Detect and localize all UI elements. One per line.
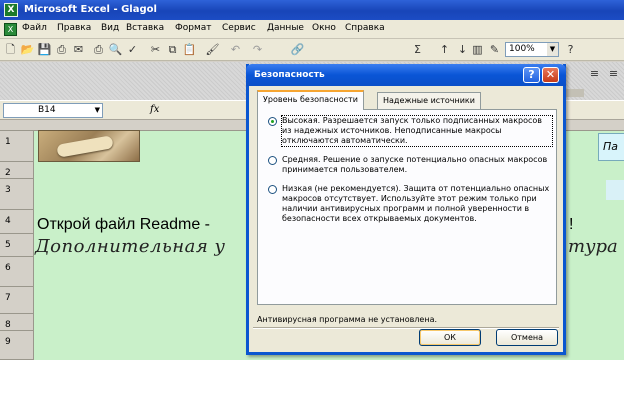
menu-data[interactable]: Данные <box>267 23 304 33</box>
print-preview-icon[interactable]: 🔍 <box>108 42 123 57</box>
sort-descending-icon[interactable]: ↓ <box>455 42 470 57</box>
close-button[interactable]: ✕ <box>542 67 559 83</box>
spelling-icon[interactable]: ✓ <box>125 42 140 57</box>
row-header-7[interactable]: 7 <box>0 287 34 314</box>
title-bar: X Microsoft Excel - Glagol <box>0 0 624 20</box>
row-header-3[interactable]: 3 <box>0 179 34 210</box>
row-header-5[interactable]: 5 <box>0 234 34 257</box>
toolbar-handle[interactable] <box>566 89 584 97</box>
additional-text: Дополнительная у <box>35 236 226 257</box>
row-header-2[interactable]: 2 <box>0 162 34 179</box>
excel-window: X Microsoft Excel - Glagol X Файл Правка… <box>0 0 624 360</box>
window-title: Microsoft Excel - Glagol <box>24 4 157 15</box>
menu-bar: X Файл Правка Вид Вставка Формат Сервис … <box>0 20 624 39</box>
row-header-4[interactable]: 4 <box>0 210 34 234</box>
menu-edit[interactable]: Правка <box>57 23 91 33</box>
chart-wizard-icon[interactable]: ▥ <box>470 42 485 57</box>
print-icon[interactable]: ⎙ <box>91 42 106 57</box>
radio-low[interactable] <box>268 185 277 194</box>
cell-reference: B14 <box>38 105 56 115</box>
menu-file[interactable]: Файл <box>22 23 47 33</box>
autosum-icon[interactable]: Σ <box>410 42 425 57</box>
additional-text-end: тура <box>568 236 618 257</box>
menu-tools[interactable]: Сервис <box>222 23 256 33</box>
workbook-icon[interactable]: X <box>4 23 17 36</box>
ok-button[interactable]: ОК <box>419 329 481 346</box>
redo-icon[interactable]: ↷ <box>250 42 265 57</box>
radio-medium[interactable] <box>268 156 277 165</box>
menu-help[interactable]: Справка <box>345 23 385 33</box>
save-icon[interactable]: 💾 <box>37 42 52 57</box>
insert-function-icon[interactable]: fx <box>150 104 159 115</box>
cut-icon[interactable]: ✂ <box>148 42 163 57</box>
cell-pa[interactable]: Па <box>598 133 624 161</box>
row-header-9[interactable]: 9 <box>0 331 34 360</box>
menu-insert[interactable]: Вставка <box>126 23 164 33</box>
readme-text-end: ! <box>569 216 574 233</box>
sort-ascending-icon[interactable]: ↑ <box>437 42 452 57</box>
copy-icon[interactable]: ⧉ <box>165 42 180 57</box>
security-dialog: Безопасность ? ✕ Уровень безопасности На… <box>246 64 566 355</box>
option-low-label: Низкая (не рекомендуется). Защита от пот… <box>282 184 550 223</box>
cancel-button[interactable]: Отмена <box>496 329 558 346</box>
zoom-value: 100% <box>509 44 535 54</box>
scroll-picture[interactable] <box>38 130 140 162</box>
name-box[interactable]: B14 ▼ <box>3 103 103 118</box>
paste-icon[interactable]: 📋 <box>182 42 197 57</box>
option-high-label: Высокая. Разрешается запуск только подпи… <box>281 115 553 147</box>
readme-text: Открой файл Readme - <box>37 216 210 233</box>
tab-panel: Высокая. Разрешается запуск только подпи… <box>257 109 557 305</box>
email-icon[interactable]: ✉ <box>71 42 86 57</box>
row-header-6[interactable]: 6 <box>0 257 34 287</box>
align-right-icon[interactable]: ≡ <box>606 66 621 81</box>
drawing-icon[interactable]: ✎ <box>487 42 502 57</box>
menu-format[interactable]: Формат <box>175 23 212 33</box>
row-header-8[interactable]: 8 <box>0 314 34 331</box>
zoom-select[interactable]: 100% ▼ <box>505 42 559 57</box>
tab-security-level[interactable]: Уровень безопасности <box>257 90 364 110</box>
chevron-down-icon[interactable]: ▼ <box>547 43 558 56</box>
align-center-icon[interactable]: ≡ <box>587 66 602 81</box>
shaded-cell <box>606 180 624 200</box>
antivirus-status: Антивирусная программа не установлена. <box>257 315 438 324</box>
row-header-1[interactable]: 1 <box>0 131 34 162</box>
chevron-down-icon[interactable]: ▼ <box>95 104 100 117</box>
radio-high[interactable] <box>268 117 277 126</box>
permission-icon[interactable]: ⎙ <box>54 42 69 57</box>
tab-trusted-sources[interactable]: Надежные источники <box>377 92 481 109</box>
menu-window[interactable]: Окно <box>312 23 336 33</box>
dialog-title: Безопасность <box>254 70 325 80</box>
menu-view[interactable]: Вид <box>101 23 119 33</box>
hyperlink-icon[interactable]: 🔗 <box>290 42 305 57</box>
option-medium-label: Средняя. Решение о запуске потенциально … <box>282 155 548 174</box>
format-painter-icon[interactable]: 🖌 <box>205 42 220 57</box>
help-icon[interactable]: ? <box>563 42 578 57</box>
excel-app-icon: X <box>4 3 18 17</box>
open-icon[interactable]: 📂 <box>20 42 35 57</box>
dialog-title-bar: Безопасность ? ✕ <box>246 64 566 86</box>
new-icon[interactable]: 🗋 <box>3 42 18 57</box>
undo-icon[interactable]: ↶ <box>228 42 243 57</box>
help-button[interactable]: ? <box>523 67 540 83</box>
scroll-image <box>56 135 114 158</box>
